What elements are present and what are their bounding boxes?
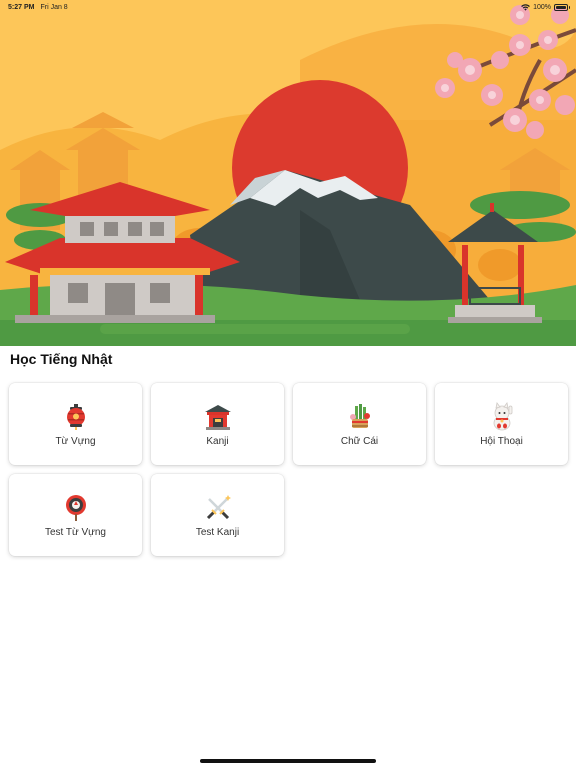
tile-label: Kanji (206, 435, 229, 447)
kadomatsu-icon (345, 402, 375, 432)
battery-fill (556, 5, 566, 9)
tile-kanji[interactable]: Kanji (151, 383, 284, 465)
tile-chu-cai[interactable]: Chữ Cái (293, 383, 426, 465)
app-screen: 5:27 PM Fri Jan 8 100% Học Tiếng Nhật Từ… (0, 0, 576, 768)
japan-landscape-illustration (0, 0, 576, 346)
home-indicator[interactable] (200, 759, 376, 763)
tile-test-tu-vung[interactable]: Test Từ Vựng (9, 474, 142, 556)
status-bar: 5:27 PM Fri Jan 8 100% (0, 0, 576, 14)
shrine-icon (203, 402, 233, 432)
status-time: 5:27 PM (8, 3, 35, 11)
wifi-icon (521, 3, 530, 11)
hero-banner (0, 0, 576, 346)
status-right: 100% (521, 3, 570, 11)
tile-label: Hội Thoại (480, 435, 523, 447)
paper-fan-icon (61, 493, 91, 523)
battery-icon (554, 3, 570, 11)
battery-percentage: 100% (533, 3, 551, 11)
tile-label: Từ Vựng (55, 435, 96, 447)
tile-tu-vung[interactable]: Từ Vựng (9, 383, 142, 465)
status-left: 5:27 PM Fri Jan 8 (8, 4, 68, 11)
maneki-neko-icon (487, 401, 517, 432)
tile-test-kanji[interactable]: Test Kanji (151, 474, 284, 556)
katana-icon (203, 493, 233, 523)
tile-label: Chữ Cái (340, 435, 379, 447)
lantern-icon (61, 402, 91, 432)
menu-grid: Từ Vựng Kanji Chữ Cái Hội Thoại Test Từ … (9, 383, 568, 556)
tile-label: Test Từ Vựng (44, 526, 106, 538)
section-title: Học Tiếng Nhật (10, 351, 113, 367)
tile-label: Test Kanji (195, 526, 240, 538)
status-date: Fri Jan 8 (40, 3, 68, 11)
tile-hoi-thoai[interactable]: Hội Thoại (435, 383, 568, 465)
